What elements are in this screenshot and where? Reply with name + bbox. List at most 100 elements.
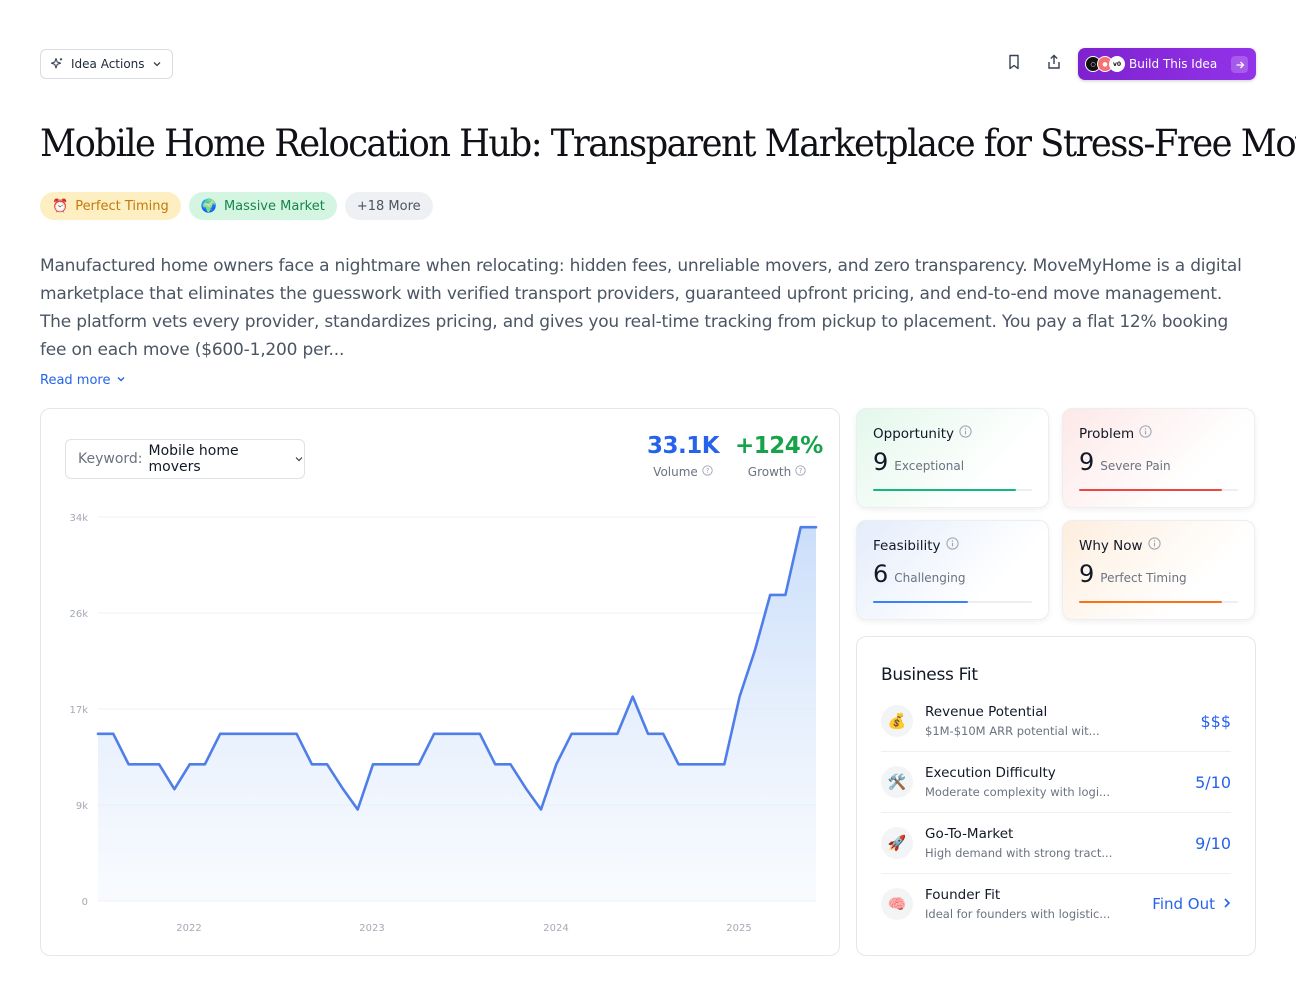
score-label: Severe Pain <box>1100 459 1171 473</box>
growth-label: Growth <box>747 465 792 479</box>
score-bar-fill <box>873 489 1017 491</box>
sparkle-icon <box>50 57 64 71</box>
score-bar-fill <box>1079 601 1223 603</box>
item-desc: Moderate complexity with logi... <box>925 785 1110 799</box>
item-value: $$$ <box>1200 712 1231 731</box>
growth-value: +124% <box>735 433 823 459</box>
volume-metric: 33.1K Volume ? <box>647 433 720 479</box>
help-icon[interactable]: ? <box>702 465 713 479</box>
tag-perfect-timing[interactable]: ⏰ Perfect Timing <box>40 192 181 220</box>
y-tick-label: 26k <box>69 609 88 620</box>
chevron-down-icon <box>116 373 126 388</box>
score-name: Why Now <box>1079 537 1143 554</box>
tag-label: Perfect Timing <box>75 198 169 214</box>
idea-actions-label: Idea Actions <box>71 57 145 71</box>
why-now-score-card[interactable]: Why Now 9 Perfect Timing <box>1062 520 1255 620</box>
keyword-label: Keyword: <box>78 451 143 467</box>
tag-label: Massive Market <box>223 198 325 214</box>
volume-label: Volume <box>653 465 698 479</box>
info-icon[interactable] <box>959 425 972 442</box>
item-desc: $1M-$10M ARR potential wit... <box>925 724 1100 738</box>
tag-label: +18 More <box>356 198 421 214</box>
arrow-right-icon <box>1231 56 1248 73</box>
x-tick-label: 2022 <box>176 923 201 934</box>
problem-score-card[interactable]: Problem 9 Severe Pain <box>1062 408 1255 508</box>
item-value: 9/10 <box>1195 834 1231 853</box>
info-icon[interactable] <box>945 537 959 554</box>
money-bag-icon: 💰 <box>881 705 913 737</box>
score-value: 9 <box>1079 560 1095 588</box>
globe-icon: 🌍 <box>200 198 217 214</box>
help-icon[interactable]: ? <box>795 465 806 479</box>
svg-text:?: ? <box>705 467 709 475</box>
find-out-label: Find Out <box>1152 895 1215 913</box>
brain-icon: 🧠 <box>881 888 913 920</box>
tag-list: ⏰ Perfect Timing 🌍 Massive Market +18 Mo… <box>40 192 433 220</box>
tag-massive-market[interactable]: 🌍 Massive Market <box>188 192 337 220</box>
rocket-icon: 🚀 <box>881 827 913 859</box>
feasibility-score-card[interactable]: Feasibility 6 Challenging <box>856 520 1049 620</box>
alarm-clock-icon: ⏰ <box>52 198 69 214</box>
item-title: Revenue Potential <box>925 704 1048 720</box>
score-bar <box>873 489 1032 491</box>
share-icon <box>1046 54 1062 74</box>
item-title: Founder Fit <box>925 887 1001 903</box>
chevron-down-icon <box>294 454 304 464</box>
info-icon[interactable] <box>1147 537 1161 554</box>
x-tick-label: 2025 <box>726 923 751 934</box>
series-area <box>98 527 816 901</box>
trend-chart: 0 9k 17k 26k 34k 2022 2023 2024 2025 <box>69 513 818 934</box>
keyword-select[interactable]: Keyword: Mobile home movers <box>65 439 305 479</box>
business-fit-title: Business Fit <box>881 665 978 685</box>
business-fit-founder[interactable]: 🧠 Founder Fit Ideal for founders with lo… <box>881 874 1231 935</box>
opportunity-score-card[interactable]: Opportunity 9 Exceptional <box>856 408 1049 508</box>
score-value: 9 <box>1079 448 1095 476</box>
score-value: 6 <box>873 560 889 588</box>
growth-label-row: Growth ? <box>735 465 819 479</box>
find-out-link[interactable]: Find Out <box>1152 895 1231 913</box>
read-more-label: Read more <box>40 373 111 388</box>
business-fit-execution[interactable]: 🛠️ Execution Difficulty Moderate complex… <box>881 752 1231 813</box>
score-bar <box>1079 601 1238 603</box>
y-tick-label: 17k <box>69 705 88 716</box>
chevron-down-icon <box>152 59 162 69</box>
idea-actions-button[interactable]: Idea Actions <box>40 49 173 79</box>
score-bar <box>873 601 1032 603</box>
score-bar-fill <box>1079 489 1223 491</box>
business-fit-card: Business Fit 💰 Revenue Potential $1M-$10… <box>856 636 1256 956</box>
tool-logo-icon: v0 <box>1109 56 1125 72</box>
score-name: Feasibility <box>873 537 941 554</box>
score-label: Challenging <box>894 571 966 585</box>
keyword-value: Mobile home movers <box>148 443 239 475</box>
item-title: Go-To-Market <box>925 826 1014 842</box>
business-fit-gtm[interactable]: 🚀 Go-To-Market High demand with strong t… <box>881 813 1231 874</box>
read-more-link[interactable]: Read more <box>40 373 126 388</box>
svg-text:?: ? <box>799 467 803 475</box>
trend-chart-card: 0 9k 17k 26k 34k 2022 2023 2024 2025 Keyword: Mo… <box>40 408 840 956</box>
x-tick-label: 2023 <box>359 923 384 934</box>
page-title: Mobile Home Relocation Hub: Transparent … <box>40 122 1296 165</box>
info-icon[interactable] <box>1139 425 1152 442</box>
score-name: Opportunity <box>873 425 955 442</box>
top-bar: Idea Actions ○ ● v0 Build This Idea <box>40 48 1256 80</box>
volume-value: 33.1K <box>647 433 720 459</box>
business-fit-list: 💰 Revenue Potential $1M-$10M ARR potenti… <box>881 691 1231 935</box>
idea-description: Manufactured home owners face a nightmar… <box>40 256 1242 360</box>
tag-more[interactable]: +18 More <box>344 192 433 220</box>
share-button[interactable] <box>1043 53 1065 75</box>
x-tick-label: 2024 <box>543 923 568 934</box>
build-label: Build This Idea <box>1129 57 1218 71</box>
business-fit-revenue[interactable]: 💰 Revenue Potential $1M-$10M ARR potenti… <box>881 691 1231 752</box>
score-name: Problem <box>1079 425 1135 442</box>
score-value: 9 <box>873 448 889 476</box>
build-this-idea-button[interactable]: ○ ● v0 Build This Idea <box>1078 48 1256 80</box>
y-tick-label: 0 <box>82 897 88 908</box>
item-desc: High demand with strong tract... <box>925 846 1113 860</box>
y-tick-label: 9k <box>76 801 88 812</box>
growth-metric: +124% Growth ? <box>735 433 823 479</box>
score-bar-fill <box>873 601 969 603</box>
bookmark-button[interactable] <box>1003 53 1025 75</box>
tools-icon: 🛠️ <box>881 766 913 798</box>
chevron-right-icon <box>1223 895 1231 913</box>
item-desc: Ideal for founders with logistic... <box>925 907 1111 921</box>
